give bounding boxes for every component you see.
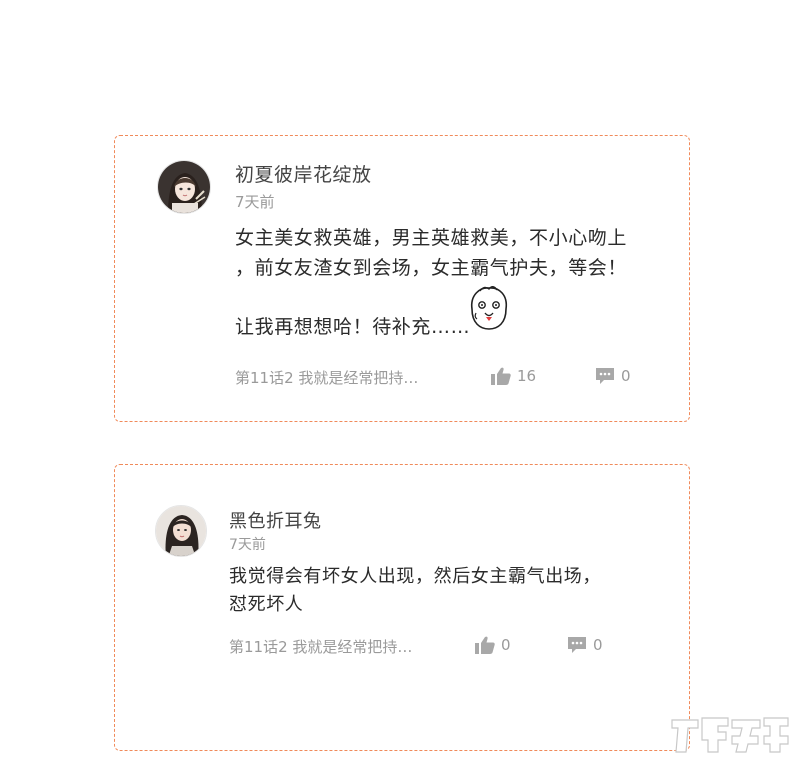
comment-bubble-icon: [568, 637, 586, 653]
comment-text: 女主美女救英雄，男主英雄救美，不小心吻上 ，前女友渣女到会场，女主霸气护夫，等会…: [235, 223, 655, 342]
avatar-girl-icon: [158, 161, 210, 213]
comment-line: 让我再想想哈！待补充……: [235, 316, 471, 338]
timestamp: 7天前: [235, 193, 275, 211]
chapter-link[interactable]: 第11话2 我就是经常把持…: [235, 367, 418, 388]
reply-button[interactable]: 0: [567, 636, 603, 654]
timestamp: 7天前: [229, 537, 266, 553]
reply-count: 0: [621, 367, 631, 385]
comment-bubble-icon: [596, 368, 614, 384]
like-count: 16: [517, 367, 537, 385]
reply-button[interactable]: 0: [595, 367, 631, 385]
username[interactable]: 黑色折耳兔: [229, 507, 322, 533]
comment-text: 我觉得会有坏女人出现，然后女主霸气出场， 怼死坏人: [229, 563, 649, 619]
comment-line: 我觉得会有坏女人出现，然后女主霸气出场，: [229, 566, 601, 587]
avatar-girl-icon: [156, 506, 206, 556]
watermark-logo: [668, 712, 792, 758]
thumbs-up-icon: [491, 367, 511, 385]
avatar[interactable]: [155, 505, 207, 557]
comment-line: 怼死坏人: [229, 594, 304, 615]
comment-line: [235, 283, 655, 312]
sticker-face-icon: [466, 283, 512, 333]
comment-card: 黑色折耳兔 7天前 我觉得会有坏女人出现，然后女主霸气出场， 怼死坏人 第11话…: [114, 464, 690, 751]
thumbs-up-icon: [475, 636, 495, 654]
comment-card: 初夏彼岸花绽放 7天前 女主美女救英雄，男主英雄救美，不小心吻上 ，前女友渣女到…: [114, 135, 690, 422]
comment-line: ，前女友渣女到会场，女主霸气护夫，等会！: [235, 257, 628, 279]
like-count: 0: [501, 636, 511, 654]
username[interactable]: 初夏彼岸花绽放: [235, 160, 372, 187]
avatar[interactable]: [157, 160, 211, 214]
comment-line: 女主美女救英雄，男主英雄救美，不小心吻上: [235, 227, 628, 249]
like-button[interactable]: 0: [475, 636, 511, 654]
like-button[interactable]: 16: [491, 367, 536, 385]
reply-count: 0: [593, 636, 603, 654]
chapter-link[interactable]: 第11话2 我就是经常把持…: [229, 636, 412, 657]
